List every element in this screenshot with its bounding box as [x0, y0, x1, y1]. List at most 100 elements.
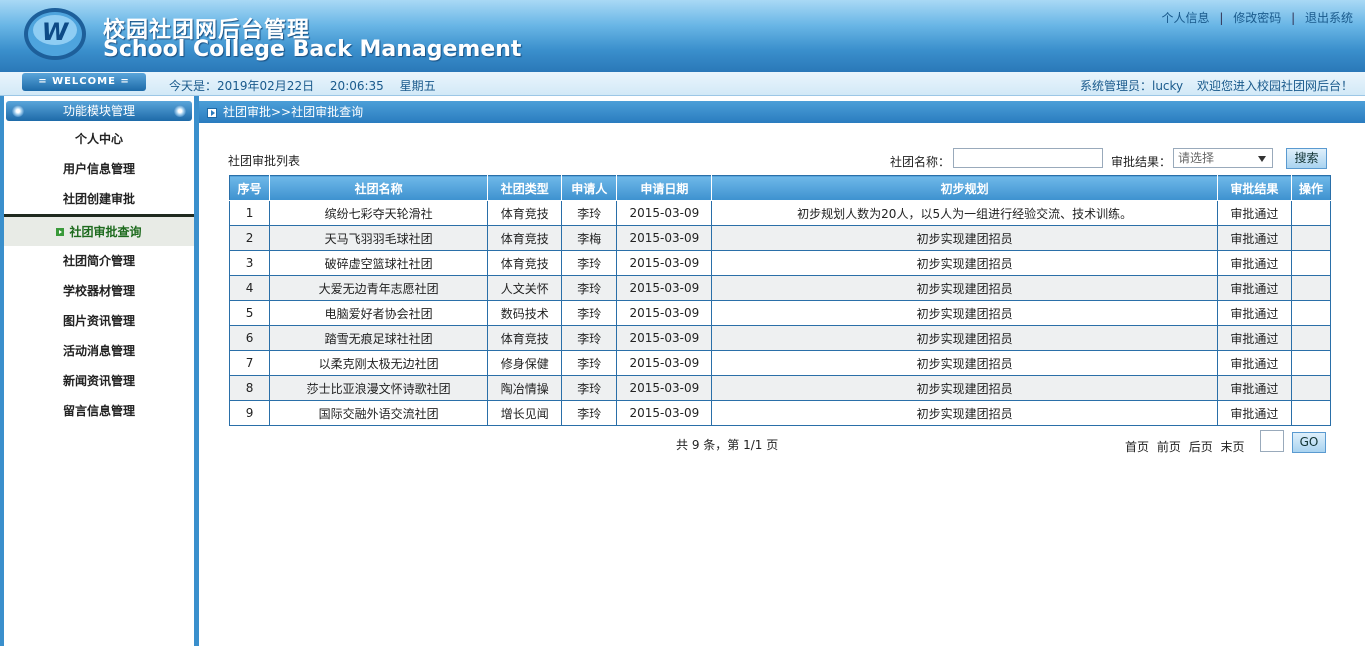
table-cell: 2015-03-09	[616, 275, 713, 301]
list-title: 社团审批列表	[228, 154, 301, 168]
table-cell: 初步规划人数为20人，以5人为一组进行经验交流、技术训练。	[711, 200, 1218, 226]
date-label: 今天是：2019年02月22日	[169, 79, 315, 93]
table-cell: 李玲	[561, 300, 618, 326]
sidebar-item-label: 社团简介管理	[62, 254, 135, 268]
sidebar-item-label: 社团创建审批	[62, 192, 135, 206]
result-label: 审批结果：	[1111, 155, 1172, 169]
table-cell: 陶冶情操	[487, 375, 563, 401]
table-cell: 初步实现建团招员	[711, 325, 1218, 351]
table-cell: 李玲	[561, 400, 618, 426]
sidebar-item-equipment[interactable]: 学校器材管理	[4, 276, 194, 306]
table-cell: 2015-03-09	[616, 325, 713, 351]
table-cell: 增长见闻	[487, 400, 563, 426]
sidebar-item-label: 用户信息管理	[62, 162, 135, 176]
table-row: 2 天马飞羽羽毛球社团 体育竞技 李梅 2015-03-09 初步实现建团招员 审批通过	[228, 225, 1332, 251]
table-cell: 踏雪无痕足球社社团	[269, 325, 489, 351]
logo-icon: W	[24, 8, 86, 60]
table-row: 7 以柔克刚太极无边社团 修身保健 李玲 2015-03-09 初步实现建团招员 审批通过	[228, 350, 1332, 376]
sidebar-item-label: 图片资讯管理	[62, 314, 135, 328]
sidebar-item-news[interactable]: 新闻资讯管理	[4, 366, 194, 396]
table-row: 4 大爱无边青年志愿社团 人文关怀 李玲 2015-03-09 初步实现建团招员 审批通过	[228, 275, 1332, 301]
greeting-text: 欢迎您进入校园社团网后台！	[1196, 79, 1353, 93]
column-header: 审批结果	[1216, 175, 1292, 201]
table-cell: 审批通过	[1216, 250, 1292, 276]
table-cell: 审批通过	[1216, 225, 1292, 251]
table-cell[interactable]	[1290, 250, 1332, 276]
sidebar-item-label: 留言信息管理	[62, 404, 135, 418]
sidebar-item-image-news[interactable]: 图片资讯管理	[4, 306, 194, 336]
column-header: 申请日期	[616, 175, 713, 201]
table-cell: 体育竞技	[487, 200, 563, 226]
next-page-link[interactable]: 后页	[1189, 440, 1213, 454]
table-cell: 国际交融外语交流社团	[269, 400, 489, 426]
table-cell[interactable]	[1290, 200, 1332, 226]
table-cell[interactable]	[1290, 300, 1332, 326]
app-title-en: School College Back Management	[103, 37, 522, 62]
table-cell: 以柔克刚太极无边社团	[269, 350, 489, 376]
arrow-right-icon	[56, 228, 65, 236]
sidebar-title: 功能模块管理	[62, 104, 135, 118]
table-cell: 2015-03-09	[616, 400, 713, 426]
table-cell: 2015-03-09	[616, 300, 713, 326]
table-cell[interactable]	[1290, 275, 1332, 301]
sidebar-item-club-approval-query[interactable]: 社团审批查询	[4, 214, 194, 246]
change-password-link[interactable]: 修改密码	[1233, 11, 1281, 25]
last-page-link[interactable]: 末页	[1221, 440, 1245, 454]
table-cell: 体育竞技	[487, 325, 563, 351]
first-page-link[interactable]: 首页	[1125, 440, 1149, 454]
table-cell: 人文关怀	[487, 275, 563, 301]
sidebar-item-club-create-approval[interactable]: 社团创建审批	[4, 184, 194, 214]
table-cell: 初步实现建团招员	[711, 225, 1218, 251]
table-cell: 6	[228, 325, 271, 351]
table-cell: 9	[228, 400, 271, 426]
table-cell: 初步实现建团招员	[711, 350, 1218, 376]
table-row: 3 破碎虚空篮球社社团 体育竞技 李玲 2015-03-09 初步实现建团招员 审批通过	[228, 250, 1332, 276]
go-button[interactable]: GO	[1292, 432, 1326, 453]
sidebar-item-label: 新闻资讯管理	[62, 374, 135, 388]
sidebar-item-club-intro[interactable]: 社团简介管理	[4, 246, 194, 276]
table-cell: 李玲	[561, 250, 618, 276]
table-cell[interactable]	[1290, 225, 1332, 251]
table-cell: 破碎虚空篮球社社团	[269, 250, 489, 276]
table-body: 1 缤纷七彩夺天轮滑社 体育竞技 李玲 2015-03-09 初步规划人数为20人，以5人…	[228, 200, 1332, 426]
table-cell: 5	[228, 300, 271, 326]
search-button[interactable]: 搜索	[1286, 148, 1327, 169]
table-cell: 电脑爱好者协会社团	[269, 300, 489, 326]
sidebar-item-personal-center[interactable]: 个人中心	[4, 124, 194, 154]
welcome-badge: = WELCOME =	[22, 73, 146, 91]
link-separator: |	[1219, 11, 1224, 25]
breadcrumb: 社团审批>>社团审批查询	[199, 101, 1365, 123]
table-cell: 李玲	[561, 375, 618, 401]
breadcrumb-arrow-icon	[207, 108, 217, 118]
table-cell: 2015-03-09	[616, 375, 713, 401]
table-cell[interactable]	[1290, 375, 1332, 401]
column-header: 社团名称	[269, 175, 489, 201]
table-cell: 体育竞技	[487, 225, 563, 251]
time-label: 20:06:35	[329, 79, 384, 93]
sidebar-item-messages[interactable]: 留言信息管理	[4, 396, 194, 426]
table-cell[interactable]	[1290, 400, 1332, 426]
profile-link[interactable]: 个人信息	[1162, 11, 1210, 25]
table-cell[interactable]	[1290, 325, 1332, 351]
result-select-value: 请选择	[1178, 151, 1215, 165]
approval-table: 序号 社团名称 社团类型 申请人 申请日期 初步规划 审批结果 操作 1 缤纷七彩…	[228, 175, 1332, 426]
result-select[interactable]: 请选择	[1173, 148, 1273, 168]
page-number-input[interactable]	[1260, 430, 1284, 452]
logout-link[interactable]: 退出系统	[1305, 11, 1353, 25]
table-row: 5 电脑爱好者协会社团 数码技术 李玲 2015-03-09 初步实现建团招员 审批通过	[228, 300, 1332, 326]
table-cell: 李梅	[561, 225, 618, 251]
table-cell[interactable]	[1290, 350, 1332, 376]
prev-page-link[interactable]: 前页	[1157, 440, 1181, 454]
club-name-input[interactable]	[953, 148, 1103, 168]
column-header: 序号	[228, 175, 271, 201]
sidebar-item-activity[interactable]: 活动消息管理	[4, 336, 194, 366]
table-cell: 8	[228, 375, 271, 401]
table-header-row: 序号 社团名称 社团类型 申请人 申请日期 初步规划 审批结果 操作	[228, 175, 1332, 201]
sidebar-item-label: 社团审批查询	[69, 225, 142, 239]
column-header: 申请人	[561, 175, 618, 201]
sidebar-item-user-info[interactable]: 用户信息管理	[4, 154, 194, 184]
table-cell: 审批通过	[1216, 300, 1292, 326]
column-header: 初步规划	[711, 175, 1218, 201]
table-cell: 初步实现建团招员	[711, 250, 1218, 276]
table-cell: 审批通过	[1216, 200, 1292, 226]
